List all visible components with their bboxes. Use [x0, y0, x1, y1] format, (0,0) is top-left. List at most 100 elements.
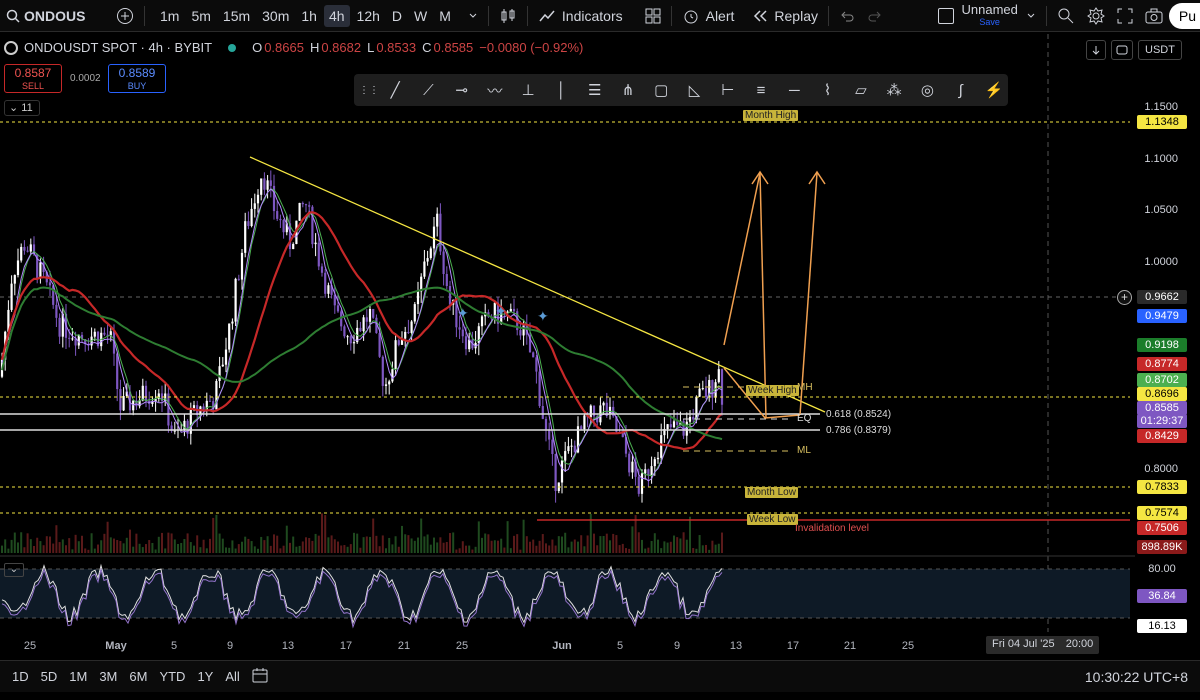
volume-bar	[109, 537, 112, 553]
rectangle-tool-icon[interactable]: ▢	[647, 78, 675, 102]
volume-bar	[647, 547, 650, 553]
volume-bar	[404, 534, 407, 553]
candle-body	[448, 286, 452, 305]
volume-bar	[39, 541, 42, 553]
volume-bar	[279, 548, 282, 553]
candle-body	[656, 457, 660, 460]
volume-bar	[660, 548, 663, 553]
volume-bar	[205, 548, 208, 553]
fib-retracement-tool-icon[interactable]: ◺	[680, 78, 708, 102]
clock[interactable]: 10:30:22 UTC+8	[1079, 669, 1200, 685]
pattern-tool-icon[interactable]: ⁂	[880, 78, 908, 102]
parallel-channel-tool-icon[interactable]: ☰	[581, 78, 609, 102]
trend-line-tool-icon[interactable]: ╱	[381, 78, 409, 102]
price-tag: 0.9662	[1137, 290, 1187, 304]
range-ytd[interactable]: YTD	[153, 669, 191, 684]
price-axis-label: 1.1000	[1144, 152, 1178, 165]
close-label: C	[422, 40, 432, 55]
candle-body	[554, 453, 557, 492]
callout-tool-icon[interactable]: ▱	[847, 78, 875, 102]
sell-button[interactable]: 0.8587 SELL	[4, 64, 62, 93]
range-6m[interactable]: 6M	[123, 669, 153, 684]
volume-bar	[641, 539, 643, 553]
candle-body	[429, 248, 432, 259]
volume-bar	[721, 532, 723, 553]
volume-bar	[333, 539, 336, 553]
volume-bar	[669, 541, 672, 553]
range-3m[interactable]: 3M	[93, 669, 123, 684]
auto-scale-button[interactable]	[1111, 40, 1133, 60]
range-all[interactable]: All	[219, 669, 245, 684]
volume-bar	[413, 540, 416, 553]
volume-bar	[397, 546, 400, 553]
volume-bar	[500, 538, 503, 553]
volume-bar	[465, 545, 467, 553]
candle-body	[688, 416, 692, 422]
volume-bar	[698, 535, 701, 553]
buy-button[interactable]: 0.8589 BUY	[108, 64, 166, 93]
candle-body	[551, 439, 554, 454]
brush-tool-icon[interactable]: ⌇	[813, 78, 841, 102]
candle-body	[109, 331, 112, 336]
month-low-label: Month Low	[745, 487, 798, 498]
candle-body	[314, 242, 317, 245]
range-1m[interactable]: 1M	[63, 669, 93, 684]
candle-body	[349, 336, 352, 344]
currency-select[interactable]: USDT	[1138, 40, 1182, 60]
date-range-button[interactable]	[246, 667, 274, 686]
ray-tool-icon[interactable]: ⟋	[414, 78, 442, 102]
scroll-down-button[interactable]	[1086, 40, 1106, 60]
volume-bar	[71, 549, 74, 553]
price-range-tool-icon[interactable]: ≡	[747, 78, 775, 102]
candle-body	[237, 278, 240, 280]
volume-bar	[692, 548, 695, 553]
candle-body	[132, 400, 135, 411]
volume-bar	[269, 545, 272, 553]
candle-body	[381, 356, 384, 386]
volume-bar	[221, 538, 224, 553]
volume-bar	[513, 535, 515, 553]
candle-body	[352, 342, 356, 344]
drag-handle-tool-icon[interactable]: ⋮⋮	[359, 78, 379, 102]
status-dot-icon	[228, 43, 237, 52]
candle-body	[464, 336, 468, 350]
volume-bar	[90, 533, 93, 553]
volume-bar	[337, 541, 339, 553]
vertical-line-tool-icon[interactable]: │	[547, 78, 575, 102]
candle-body	[144, 385, 148, 401]
legend-title[interactable]: ONDOUSDT SPOT · 4h · BYBIT	[24, 40, 212, 55]
range-1y[interactable]: 1Y	[191, 669, 219, 684]
circle-tool-icon[interactable]: ◎	[913, 78, 941, 102]
vertical-text-tool-icon[interactable]: ⊥	[514, 78, 542, 102]
add-alert-plus-icon[interactable]: +	[1117, 290, 1132, 305]
candle-body	[432, 226, 436, 249]
curve-tool-icon[interactable]: ∫	[947, 78, 975, 102]
volume-bar	[407, 535, 410, 553]
horizontal-ray-tool-icon[interactable]: ⊸	[448, 78, 476, 102]
indicators-collapse-button[interactable]: ⌄ 11	[4, 100, 40, 116]
candle-body	[208, 400, 212, 402]
date-range-tool-icon[interactable]: ⊢	[714, 78, 742, 102]
horizontal-line-tool-icon[interactable]: ─	[780, 78, 808, 102]
range-1d[interactable]: 1D	[6, 669, 35, 684]
volume-bar	[525, 536, 528, 553]
volume-bar	[253, 546, 256, 553]
candle-body	[256, 194, 260, 204]
price-tag: 0.7574	[1137, 506, 1187, 520]
volume-bar	[292, 536, 295, 553]
volume-bar	[625, 548, 627, 553]
volume-bar	[20, 532, 23, 553]
path-tool-icon[interactable]: 〰	[481, 78, 509, 102]
volume-bar	[161, 532, 163, 553]
volume-bar	[189, 542, 192, 553]
candle-body	[605, 402, 608, 415]
volume-bar	[113, 538, 115, 553]
rsi-collapse-icon[interactable]: ⌄	[4, 563, 24, 577]
magnet-tool-icon[interactable]: ⚡	[980, 78, 1008, 102]
pitchfork-tool-icon[interactable]: ⋔	[614, 78, 642, 102]
volume-bar	[321, 513, 323, 553]
candle-body	[71, 338, 74, 340]
volume-bar	[628, 548, 631, 553]
range-5d[interactable]: 5D	[35, 669, 64, 684]
candle-body	[567, 446, 570, 452]
